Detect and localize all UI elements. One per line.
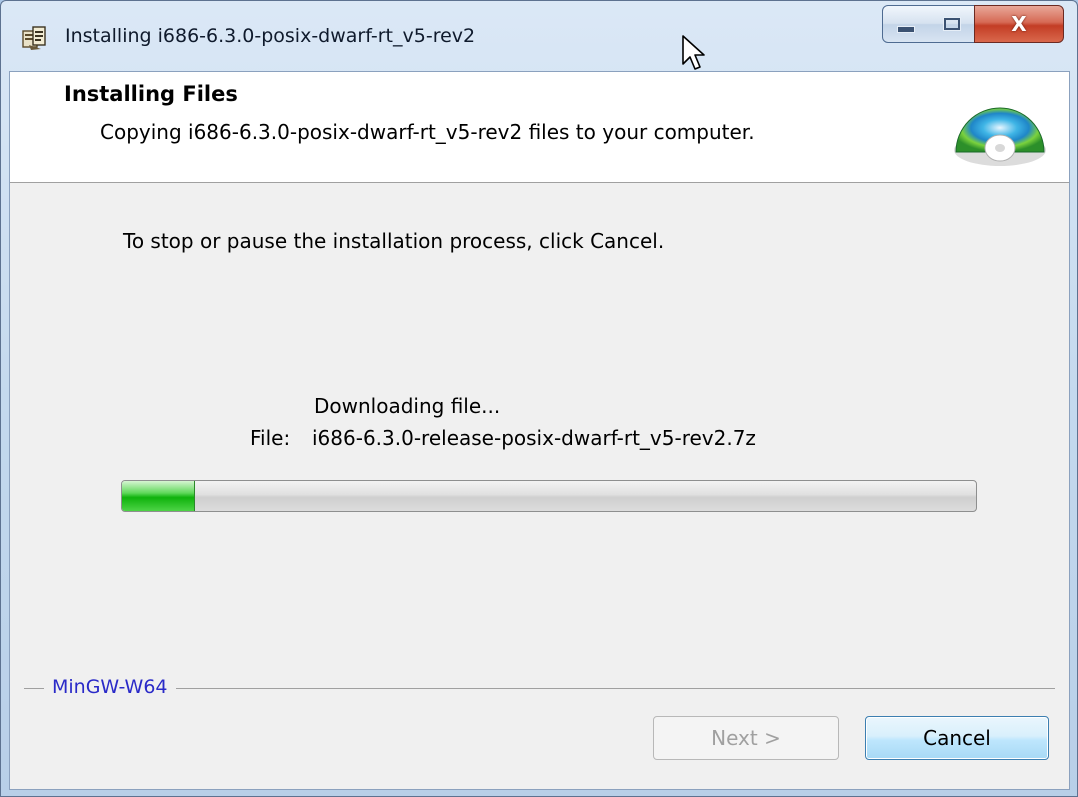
window-title: Installing i686-6.3.0-posix-dwarf-rt_v5-… (65, 25, 476, 47)
title-bar[interactable]: Installing i686-6.3.0-posix-dwarf-rt_v5-… (1, 1, 1077, 71)
dialog-client-area: Installing Files Copying i686-6.3.0-posi… (9, 71, 1070, 790)
maximize-icon (943, 18, 960, 30)
progress-bar (121, 480, 977, 512)
installer-icon (22, 26, 46, 50)
next-button[interactable]: Next > (653, 716, 839, 760)
cancel-instruction: To stop or pause the installation proces… (123, 229, 665, 253)
progress-fill (122, 481, 195, 511)
minimize-button[interactable] (882, 5, 930, 43)
status-text: Downloading file... (314, 394, 501, 418)
close-icon: X (1011, 12, 1027, 36)
close-button[interactable]: X (974, 5, 1064, 43)
file-label: File: (250, 426, 291, 450)
file-name: i686-6.3.0-release-posix-dwarf-rt_v5-rev… (312, 426, 756, 450)
brand-label: MinGW-W64 (44, 676, 176, 698)
page-title: Installing Files (64, 82, 238, 106)
maximize-button[interactable] (929, 5, 975, 43)
installer-window: Installing i686-6.3.0-posix-dwarf-rt_v5-… (0, 0, 1078, 797)
cancel-button[interactable]: Cancel (865, 716, 1049, 760)
mouse-cursor-icon (682, 35, 705, 70)
footer-divider (24, 688, 1055, 689)
page-subtitle: Copying i686-6.3.0-posix-dwarf-rt_v5-rev… (100, 120, 755, 144)
wizard-header: Installing Files Copying i686-6.3.0-posi… (10, 72, 1069, 183)
cd-disc-icon (954, 107, 1046, 166)
minimize-icon (897, 25, 915, 33)
